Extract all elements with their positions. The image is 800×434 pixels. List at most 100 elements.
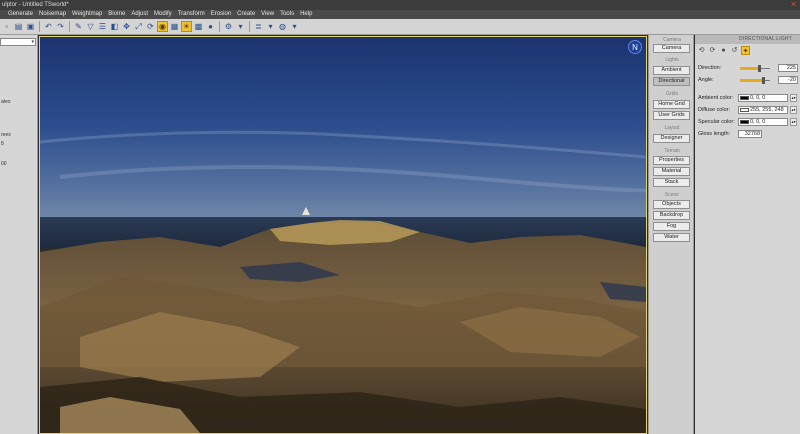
water-button[interactable]: Water <box>653 233 690 242</box>
camera-button[interactable]: Camera <box>653 44 690 53</box>
list-icon[interactable]: ≣ <box>253 21 264 32</box>
view-icon[interactable]: ▦ <box>169 21 180 32</box>
angle-value[interactable]: -20 <box>778 76 798 84</box>
layers-icon[interactable]: ☰ <box>97 21 108 32</box>
globe-icon[interactable]: ◍ <box>277 21 288 32</box>
close-icon[interactable]: ✕ <box>790 0 797 10</box>
open-icon[interactable]: ▤ <box>13 21 24 32</box>
direction-slider[interactable] <box>740 65 770 72</box>
ambient-button[interactable]: Ambient <box>653 66 690 75</box>
menu-biome[interactable]: Biome <box>105 10 128 19</box>
ambient-color-row: Ambient color: 0, 0, 0 ▴▾ <box>698 94 798 103</box>
properties-button[interactable]: Properties <box>653 156 690 165</box>
move-icon[interactable]: ✥ <box>121 21 132 32</box>
forward-icon[interactable]: ⟳ <box>708 46 717 55</box>
menu-view[interactable]: View <box>258 10 277 19</box>
gloss-length-label: Gloss length: <box>698 131 731 137</box>
menu-adjust[interactable]: Adjust <box>128 10 151 19</box>
scene-button-column: Camera Camera Lights Ambient Directional… <box>648 35 694 434</box>
diffuse-color-value: 255, 255, 248 <box>750 107 784 113</box>
menu-modify[interactable]: Modify <box>151 10 175 19</box>
back-icon[interactable]: ⟲ <box>697 46 706 55</box>
sphere-icon[interactable]: ● <box>205 21 216 32</box>
group-label-camera: Camera <box>663 37 681 43</box>
record-icon[interactable]: ● <box>719 46 728 55</box>
diffuse-color-label: Diffuse color: <box>698 107 730 113</box>
diffuse-color-row: Diffuse color: 255, 255, 248 ▴▾ <box>698 106 798 115</box>
group-label-terrain: Terrain <box>664 148 680 154</box>
direction-value[interactable]: 225 <box>778 64 798 72</box>
toolbar-separator <box>39 21 40 32</box>
redo-icon[interactable]: ↷ <box>55 21 66 32</box>
toolbar-separator <box>219 21 220 32</box>
camera-icon[interactable]: ◉ <box>157 21 168 32</box>
rotate-icon[interactable]: ⟳ <box>145 21 156 32</box>
angle-slider[interactable] <box>740 77 770 84</box>
objects-button[interactable]: Objects <box>653 200 690 209</box>
menu-noisemap[interactable]: Noisemap <box>36 10 69 19</box>
settings-icon[interactable]: ⚙ <box>223 21 234 32</box>
menu-weightmap[interactable]: Weightmap <box>69 10 105 19</box>
undo-icon[interactable]: ↶ <box>43 21 54 32</box>
backdrop-button[interactable]: Backdrop <box>653 211 690 220</box>
panel-icon-row: ⟲ ⟳ ● ↺ ✦ <box>697 46 750 55</box>
group-label-layout: Layout <box>664 125 680 131</box>
chevron-down-icon[interactable]: ▾ <box>289 21 300 32</box>
left-dropdown[interactable]: ▾ <box>0 38 36 46</box>
light-pick-icon[interactable]: ✦ <box>741 46 750 55</box>
diffuse-color-field[interactable]: 255, 255, 248 <box>738 106 788 114</box>
menu-help[interactable]: Help <box>297 10 315 19</box>
specular-color-swatch <box>740 120 749 124</box>
specular-color-row: Specular color: 0, 0, 0 ▴▾ <box>698 118 798 127</box>
menu-erosion[interactable]: Erosion <box>208 10 234 19</box>
reset-icon[interactable]: ↺ <box>730 46 739 55</box>
direction-row: Direction: 225 <box>698 64 798 73</box>
ambient-color-swatch <box>740 96 749 100</box>
diffuse-color-swatch <box>740 108 749 112</box>
group-label-lights: Lights <box>665 57 679 63</box>
fog-button[interactable]: Fog <box>653 222 690 231</box>
left-label: 8 <box>1 141 4 147</box>
chevron-down-icon[interactable]: ▾ <box>265 21 276 32</box>
save-icon[interactable]: ▣ <box>25 21 36 32</box>
angle-slider-fill <box>740 79 764 82</box>
designer-button[interactable]: Designer <box>653 134 690 143</box>
menu-transform[interactable]: Transform <box>175 10 208 19</box>
angle-slider-knob[interactable] <box>762 77 766 84</box>
group-label-grids: Grids <box>666 91 678 97</box>
menu-bar: Generate Noisemap Weightmap Biome Adjust… <box>0 10 800 19</box>
material-button[interactable]: Material <box>653 167 690 176</box>
specular-color-spinner[interactable]: ▴▾ <box>790 118 797 126</box>
render-icon[interactable]: ◧ <box>109 21 120 32</box>
grid-icon[interactable]: ▩ <box>193 21 204 32</box>
new-icon[interactable]: ▫ <box>1 21 12 32</box>
ambient-color-field[interactable]: 0, 0, 0 <box>738 94 788 102</box>
ambient-color-spinner[interactable]: ▴▾ <box>790 94 797 102</box>
directional-button[interactable]: Directional <box>653 77 690 86</box>
direction-slider-knob[interactable] <box>757 65 761 72</box>
diffuse-color-spinner[interactable]: ▴▾ <box>790 106 797 114</box>
chevron-down-icon[interactable]: ▾ <box>235 21 246 32</box>
sun-icon[interactable]: ☀ <box>181 21 192 32</box>
3d-viewport[interactable]: N <box>39 36 647 434</box>
ambient-color-value: 0, 0, 0 <box>750 95 766 101</box>
stack-button[interactable]: Stack <box>653 178 690 187</box>
window-title: ulptor - Untitled TSworld* <box>2 2 69 8</box>
angle-row: Angle: -20 <box>698 76 798 85</box>
filter-icon[interactable]: ▽ <box>85 21 96 32</box>
toolbar-separator <box>69 21 70 32</box>
scale-icon[interactable]: ⤢ <box>133 21 144 32</box>
toolbar-separator <box>249 21 250 32</box>
specular-color-field[interactable]: 0, 0, 0 <box>738 118 788 126</box>
home-grid-button[interactable]: Home Grid <box>653 100 690 109</box>
gloss-length-value[interactable]: 32768 <box>738 130 762 138</box>
menu-create[interactable]: Create <box>234 10 258 19</box>
menu-generate[interactable]: Generate <box>5 10 36 19</box>
brush-icon[interactable]: ✎ <box>73 21 84 32</box>
specular-color-label: Specular color: <box>698 119 735 125</box>
user-grids-button[interactable]: User Grids <box>653 111 690 120</box>
gloss-length-row: Gloss length: 32768 <box>698 130 798 139</box>
compass-icon[interactable]: N <box>628 40 642 54</box>
menu-tools[interactable]: Tools <box>277 10 297 19</box>
panel-header: DIRECTIONAL LIGHT <box>695 35 800 44</box>
